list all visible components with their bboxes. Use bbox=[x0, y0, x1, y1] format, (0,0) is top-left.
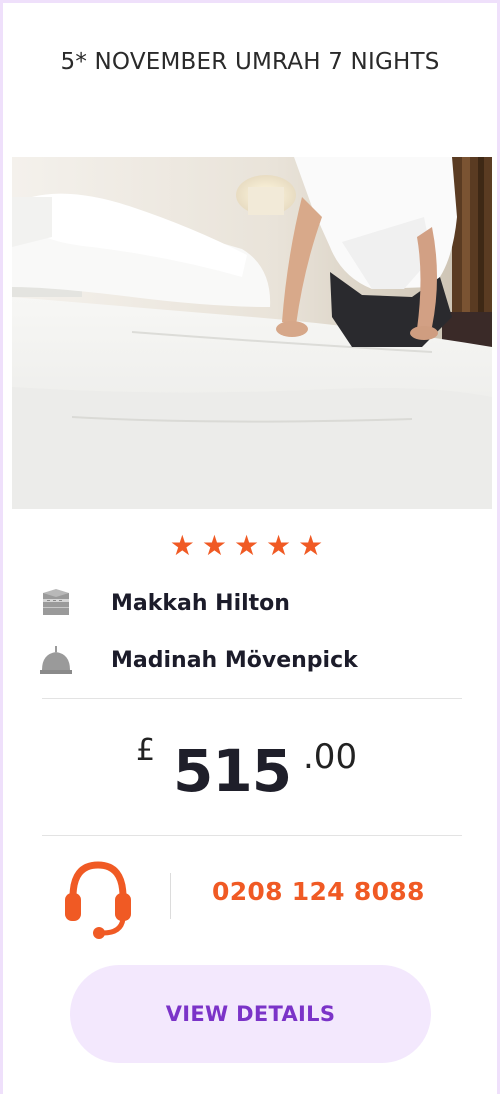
price: £ 515 .00 bbox=[3, 727, 497, 817]
price-currency: £ bbox=[136, 733, 156, 768]
divider bbox=[42, 835, 462, 836]
hotel-row-makkah: Makkah Hilton bbox=[39, 583, 290, 623]
package-card: 5* NOVEMBER UMRAH 7 NIGHTS ★★★★★ Makkah … bbox=[0, 0, 500, 1094]
package-title: 5* NOVEMBER UMRAH 7 NIGHTS bbox=[60, 49, 440, 75]
mosque-dome-icon bbox=[39, 643, 73, 677]
separator bbox=[170, 873, 171, 919]
phone-number-link[interactable]: 0208 124 8088 bbox=[212, 877, 425, 906]
price-decimals: .00 bbox=[303, 737, 358, 777]
price-amount: 515 bbox=[173, 737, 292, 805]
contact-row: 0208 124 8088 bbox=[3, 853, 497, 943]
star-rating: ★★★★★ bbox=[169, 529, 331, 562]
divider bbox=[42, 698, 462, 699]
hotel-name: Madinah Mövenpick bbox=[111, 647, 358, 673]
hotel-name: Makkah Hilton bbox=[111, 590, 290, 616]
kaaba-icon bbox=[39, 586, 73, 620]
hotel-row-madinah: Madinah Mövenpick bbox=[39, 640, 358, 680]
headset-icon bbox=[63, 857, 133, 941]
hotel-room-photo bbox=[12, 157, 492, 509]
view-details-button[interactable]: VIEW DETAILS bbox=[70, 965, 431, 1063]
